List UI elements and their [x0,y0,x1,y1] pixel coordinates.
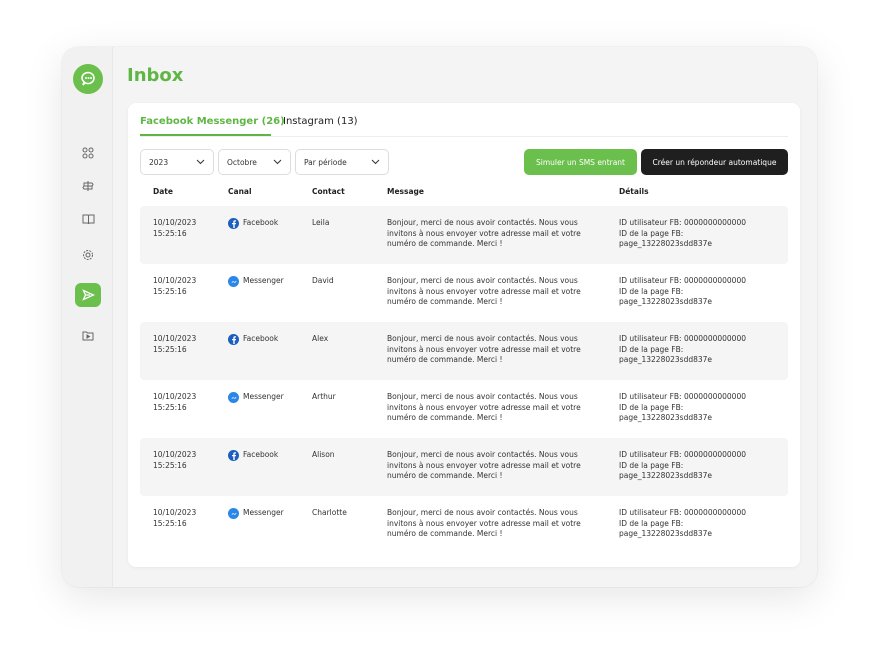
contact-cell: Alex [312,334,329,343]
table-row[interactable]: 10/10/2023 15:25:16 Facebook Alison Bonjo… [140,438,788,496]
column-header-date: Date [153,187,173,196]
table-row[interactable]: 10/10/2023 15:25:16 Facebook Leila Bonjou… [140,206,788,264]
details-cell: ID utilisateur FB: 0000000000000 ID de la… [619,450,746,480]
grid-icon[interactable] [75,141,101,165]
column-header-canal: Canal [228,187,252,196]
facebook-icon [228,334,239,345]
year-select[interactable]: 2023 [140,149,214,175]
app-window: Inbox Facebook Messenger (26) Instagram … [62,47,817,587]
details-cell: ID utilisateur FB: 0000000000000 ID de la… [619,334,746,364]
chat-bubble-logo-icon[interactable] [73,64,103,94]
facebook-icon [228,450,239,461]
canal-cell: Facebook [228,218,278,229]
tab-facebook-messenger[interactable]: Facebook Messenger (26) [140,116,285,127]
canal-cell: Messenger [228,508,284,519]
chevron-down-icon [371,159,380,165]
create-autoresponder-button[interactable]: Créer un répondeur automatique [641,149,788,175]
contact-cell: Leila [312,218,330,227]
send-icon[interactable] [75,283,101,307]
period-select[interactable]: Par période [295,149,389,175]
folder-play-icon[interactable] [75,323,101,347]
date-cell: 10/10/2023 15:25:16 [153,392,197,412]
canal-cell: Messenger [228,392,284,403]
contact-cell: Arthur [312,392,336,401]
messenger-icon [228,276,239,287]
message-cell: Bonjour, merci de nous avoir contactés. … [387,450,581,480]
contact-cell: Alison [312,450,335,459]
year-select-value: 2023 [149,157,169,167]
column-header-message: Message [387,187,424,196]
contact-cell: Charlotte [312,508,347,517]
details-cell: ID utilisateur FB: 0000000000000 ID de la… [619,218,746,248]
month-select[interactable]: Octobre [218,149,291,175]
contact-cell: David [312,276,334,285]
tab-instagram[interactable]: Instagram (13) [283,116,358,127]
table-row[interactable]: 10/10/2023 15:25:16 Messenger Charlotte B… [140,496,788,554]
inbox-card: Facebook Messenger (26) Instagram (13) 2… [128,103,800,567]
date-cell: 10/10/2023 15:25:16 [153,276,197,296]
details-cell: ID utilisateur FB: 0000000000000 ID de la… [619,392,746,422]
sidebar [62,47,113,587]
page-title: Inbox [127,65,184,86]
column-header-contact: Contact [312,187,345,196]
canal-cell: Messenger [228,276,284,287]
month-select-value: Octobre [227,157,257,167]
tab-bar: Facebook Messenger (26) Instagram (13) [140,115,788,137]
canal-cell: Facebook [228,334,278,345]
messenger-icon [228,392,239,403]
table-row[interactable]: 10/10/2023 15:25:16 Messenger David Bonjo… [140,264,788,322]
message-cell: Bonjour, merci de nous avoir contactés. … [387,508,581,538]
book-icon[interactable] [75,207,101,231]
column-header-details: Détails [619,187,649,196]
date-cell: 10/10/2023 15:25:16 [153,334,197,354]
facebook-icon [228,218,239,229]
details-cell: ID utilisateur FB: 0000000000000 ID de la… [619,508,746,538]
table-row[interactable]: 10/10/2023 15:25:16 Messenger Arthur Bonj… [140,380,788,438]
messenger-icon [228,508,239,519]
message-cell: Bonjour, merci de nous avoir contactés. … [387,218,581,248]
chevron-down-icon [196,159,205,165]
gear-icon[interactable] [75,243,101,267]
details-cell: ID utilisateur FB: 0000000000000 ID de la… [619,276,746,306]
simulate-sms-button[interactable]: Simuler un SMS entrant [524,149,637,175]
canal-cell: Facebook [228,450,278,461]
message-cell: Bonjour, merci de nous avoir contactés. … [387,392,581,422]
signpost-icon[interactable] [75,174,101,198]
message-cell: Bonjour, merci de nous avoir contactés. … [387,334,581,364]
chevron-down-icon [273,159,282,165]
date-cell: 10/10/2023 15:25:16 [153,450,197,470]
date-cell: 10/10/2023 15:25:16 [153,508,197,528]
active-tab-indicator [140,134,271,136]
period-select-value: Par période [304,157,347,167]
date-cell: 10/10/2023 15:25:16 [153,218,197,238]
message-cell: Bonjour, merci de nous avoir contactés. … [387,276,581,306]
table-row[interactable]: 10/10/2023 15:25:16 Facebook Alex Bonjour… [140,322,788,380]
